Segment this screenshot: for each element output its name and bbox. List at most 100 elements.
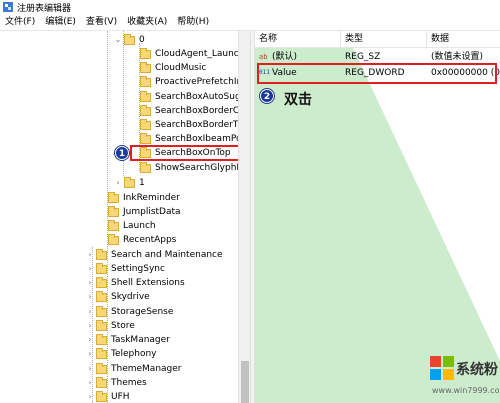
tree-item[interactable]: › Themes: [86, 376, 147, 390]
tree-item[interactable]: SearchBoxIbeamPoi: [130, 132, 244, 146]
tree-item-label: Themes: [111, 378, 147, 388]
chevron-right-icon[interactable]: ›: [86, 392, 94, 402]
list-background: [255, 31, 500, 403]
folder-icon: [96, 319, 107, 331]
tree-item-label: SearchBoxBorderCo: [155, 106, 245, 116]
tree-item[interactable]: SearchBoxBorderCo: [130, 104, 245, 118]
step-badge-1: 1: [115, 146, 129, 160]
menu-file[interactable]: 文件(F): [0, 14, 40, 31]
tree-item[interactable]: › Shell Extensions: [86, 276, 185, 290]
tree-item[interactable]: CloudAgent_Launche: [130, 47, 250, 61]
tree-item[interactable]: ShowSearchGlyphLe: [130, 161, 247, 175]
scrollbar-thumb[interactable]: [241, 361, 249, 403]
watermark-text: 系统粉: [456, 362, 498, 378]
tree-item-label: Store: [111, 321, 135, 331]
column-name[interactable]: 名称: [255, 31, 341, 48]
folder-icon: [96, 390, 107, 402]
chevron-right-icon[interactable]: ›: [86, 378, 94, 388]
tree-item[interactable]: › TaskManager: [86, 333, 170, 347]
folder-icon: [124, 176, 135, 188]
tree-item-label: StorageSense: [111, 307, 174, 317]
double-click-label: 双击: [284, 92, 312, 108]
tree-item-label: Launch: [123, 221, 156, 231]
tree-item-0[interactable]: ⌄ 0: [114, 33, 145, 47]
menu-view[interactable]: 查看(V): [81, 14, 122, 31]
tree-scrollbar[interactable]: [238, 31, 250, 403]
tree-item[interactable]: SearchBoxBorderTh: [130, 118, 244, 132]
chevron-right-icon[interactable]: ›: [86, 292, 94, 302]
chevron-right-icon[interactable]: ›: [86, 349, 94, 359]
tree-item-label: Search and Maintenance: [111, 250, 223, 260]
folder-icon: [96, 376, 107, 388]
tree-item[interactable]: RecentApps: [98, 233, 176, 247]
tree-item[interactable]: SearchBoxAutoSugg: [130, 90, 246, 104]
tree-item[interactable]: › Telephony: [86, 347, 157, 361]
tree-item-label: TaskManager: [111, 335, 170, 345]
menu-favorites[interactable]: 收藏夹(A): [122, 14, 172, 31]
highlight-box-searchboxontop: [130, 145, 250, 161]
tree-item[interactable]: ProactivePrefetchInt: [130, 75, 246, 89]
folder-icon: [108, 205, 119, 217]
tree-item[interactable]: › UFH: [86, 390, 130, 403]
chevron-right-icon[interactable]: ›: [86, 321, 94, 331]
title-bar: 注册表编辑器: [0, 0, 500, 14]
tree-item[interactable]: › Store: [86, 319, 135, 333]
tree-item-label: Telephony: [111, 349, 157, 359]
tree-item-label: Skydrive: [111, 292, 150, 302]
folder-icon: [96, 262, 107, 274]
step-badge-2: 2: [260, 89, 274, 103]
column-data[interactable]: 数据: [427, 31, 500, 48]
tree-item[interactable]: › SettingSync: [86, 262, 165, 276]
chevron-right-icon[interactable]: ›: [86, 364, 94, 374]
tree-item[interactable]: CloudMusic: [130, 61, 206, 75]
chevron-right-icon[interactable]: ›: [86, 264, 94, 274]
value-list[interactable]: 名称 类型 数据 ab (默认) REG_SZ (数值未设置) 011 Valu…: [255, 31, 500, 403]
tree-item[interactable]: › StorageSense: [86, 305, 173, 319]
tree-item[interactable]: InkReminder: [98, 191, 180, 205]
chevron-down-icon[interactable]: ⌄: [114, 35, 122, 45]
folder-icon: [140, 90, 151, 102]
tree-item-label: InkReminder: [123, 193, 180, 203]
tree-item[interactable]: › ThemeManager: [86, 362, 182, 376]
folder-icon: [140, 75, 151, 87]
watermark-url: www.win7999.com: [432, 386, 500, 395]
tree-item-label: SettingSync: [111, 264, 165, 274]
chevron-right-icon[interactable]: ›: [86, 307, 94, 317]
tree-item[interactable]: Launch: [98, 219, 156, 233]
folder-icon: [96, 276, 107, 288]
folder-icon: [140, 132, 151, 144]
folder-icon: [96, 333, 107, 345]
highlight-box-value-row: [257, 63, 497, 84]
chevron-right-icon[interactable]: ›: [86, 335, 94, 345]
chevron-right-icon[interactable]: ›: [86, 278, 94, 288]
tree-item-label: 0: [139, 35, 145, 45]
chevron-right-icon[interactable]: ›: [86, 250, 94, 260]
menu-help[interactable]: 帮助(H): [172, 14, 214, 31]
tree-item[interactable]: › Search and Maintenance: [86, 248, 223, 262]
windows-logo-icon: [430, 356, 454, 380]
tree-item[interactable]: › Skydrive: [86, 290, 150, 304]
folder-icon: [140, 104, 151, 116]
folder-icon: [124, 33, 135, 45]
folder-icon: [96, 248, 107, 260]
list-header: 名称 类型 数据: [255, 31, 500, 48]
tree-item[interactable]: JumplistData: [98, 205, 181, 219]
tree-item-label: Shell Extensions: [111, 278, 185, 288]
folder-icon: [96, 290, 107, 302]
regedit-icon: [3, 2, 13, 12]
registry-tree[interactable]: ⌄ 0 CloudAgent_Launche CloudMusic Proact…: [0, 31, 250, 403]
tree-item-label: ProactivePrefetchInt: [155, 77, 246, 87]
tree-item-1[interactable]: › 1: [114, 176, 145, 190]
chevron-right-icon[interactable]: ›: [114, 178, 122, 188]
folder-icon: [108, 233, 119, 245]
column-type[interactable]: 类型: [341, 31, 427, 48]
menu-edit[interactable]: 编辑(E): [40, 14, 81, 31]
folder-icon: [108, 191, 119, 203]
